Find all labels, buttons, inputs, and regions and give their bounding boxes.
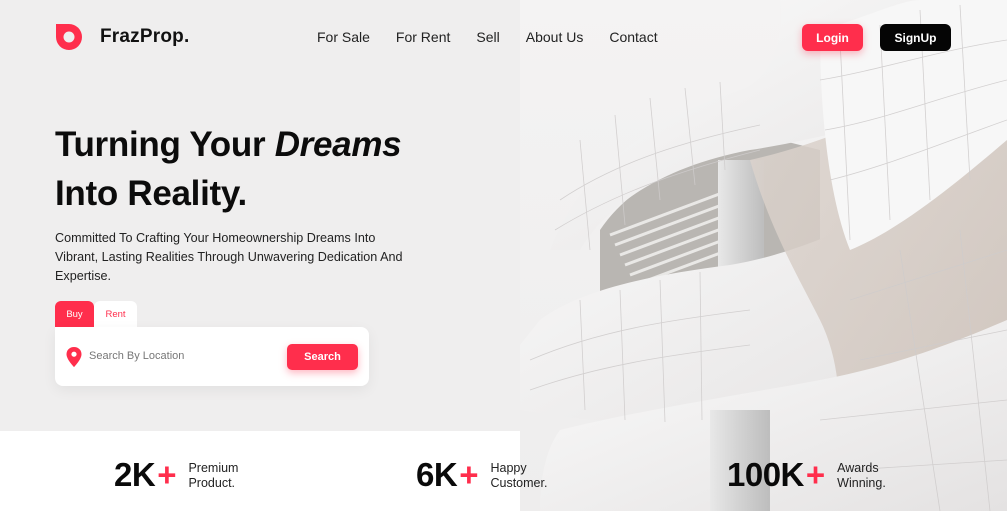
stat-value: 2K	[114, 456, 156, 493]
stat-label-line-1: Premium	[188, 461, 239, 475]
stat-plus-sign: +	[805, 456, 826, 493]
main-nav: For Sale For Rent Sell About Us Contact	[317, 29, 684, 45]
stat-label-line-2: Winning.	[837, 476, 886, 490]
search-tabs: Buy Rent	[55, 301, 137, 327]
stat-value: 6K	[416, 456, 458, 493]
location-search-input[interactable]	[89, 346, 279, 366]
brand-name: FrazProp.	[100, 26, 190, 47]
hero-subtext: Committed To Crafting Your Homeownership…	[55, 231, 403, 283]
stat-value: 100K	[727, 456, 804, 493]
headline-part-1: Turning Your	[55, 125, 275, 164]
nav-link-for-sale[interactable]: For Sale	[317, 29, 370, 45]
headline-line-2: Into Reality.	[55, 174, 247, 213]
nav-link-about-us[interactable]: About Us	[526, 29, 584, 45]
stat-label: Happy Customer.	[490, 461, 547, 491]
login-button[interactable]: Login	[802, 24, 863, 51]
search-button[interactable]: Search	[287, 344, 358, 370]
hero-headline: Turning Your Dreams Into Reality.	[55, 120, 402, 218]
brand-logo[interactable]: FrazProp.	[54, 22, 189, 52]
stat-label-line-2: Product.	[188, 476, 236, 490]
stat-label-line-2: Customer.	[490, 476, 548, 490]
stat-plus-sign: +	[459, 456, 479, 493]
stat-label-line-1: Awards	[837, 461, 879, 475]
headline-emphasis: Dreams	[274, 125, 402, 164]
stat-label: Awards Winning.	[837, 461, 886, 491]
search-card: Search	[55, 327, 369, 386]
stat-plus-sign: +	[157, 456, 177, 493]
tab-rent[interactable]: Rent	[94, 301, 137, 327]
stat-label: Premium Product.	[188, 461, 238, 491]
stat-awards-winning: 100K + Awards Winning.	[727, 455, 886, 495]
nav-link-for-rent[interactable]: For Rent	[396, 29, 450, 45]
nav-link-contact[interactable]: Contact	[609, 29, 657, 45]
map-pin-icon	[66, 347, 82, 367]
nav-link-sell[interactable]: Sell	[476, 29, 499, 45]
hero-building-image	[520, 0, 1007, 511]
top-navigation-bar: FrazProp. For Sale For Rent Sell About U…	[0, 0, 1007, 76]
stat-premium-product: 2K + Premium Product.	[114, 455, 238, 495]
stat-happy-customer: 6K + Happy Customer.	[416, 455, 547, 495]
logo-ring-icon	[56, 24, 82, 50]
stat-label-line-1: Happy	[490, 461, 527, 475]
signup-button[interactable]: SignUp	[880, 24, 951, 51]
tab-buy[interactable]: Buy	[55, 301, 94, 327]
